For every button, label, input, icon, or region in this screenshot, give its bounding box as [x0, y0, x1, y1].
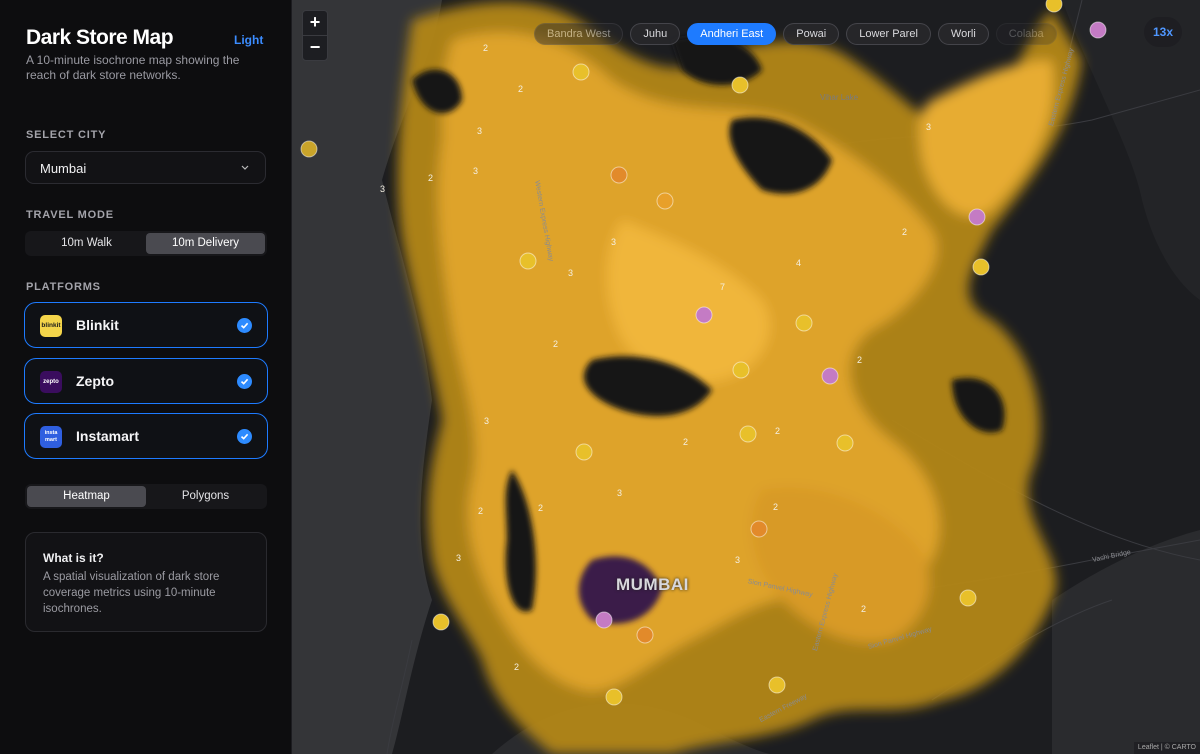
travel-mode-toggle: 10m Walk 10m Delivery	[25, 231, 267, 256]
city-select-value: Mumbai	[40, 161, 87, 176]
map-base-layer	[292, 0, 1200, 754]
check-icon	[237, 318, 252, 333]
map-attribution[interactable]: Leaflet | © CARTO	[1133, 742, 1200, 754]
map-canvas[interactable]: 2 2 3 3 2 3 3 3 4 7 2 2 3 2 2 2 3 2 2 3 …	[292, 0, 1200, 754]
travel-mode-label: TRAVEL MODE	[26, 209, 114, 221]
check-icon	[237, 374, 252, 389]
coverage-count: 2	[553, 339, 559, 349]
zoom-control: + −	[302, 10, 328, 61]
zoom-level-badge[interactable]: 13x	[1144, 17, 1182, 47]
coverage-count: 3	[568, 268, 574, 278]
coverage-count: 2	[514, 662, 520, 672]
coverage-count: 2	[538, 503, 544, 513]
coverage-count: 2	[775, 426, 781, 436]
platforms-label: PLATFORMS	[26, 281, 101, 293]
coverage-count: 3	[484, 416, 490, 426]
coverage-count: 3	[477, 126, 483, 136]
place-label-vihar-lake: Vihar Lake	[820, 93, 859, 102]
view-mode-polygons[interactable]: Polygons	[146, 486, 265, 507]
coverage-count: 2	[483, 43, 489, 53]
area-chip[interactable]: Powai	[783, 23, 840, 45]
area-chip-bar: Bandra West Juhu Andheri East Powai Lowe…	[534, 23, 1200, 45]
theme-toggle-button[interactable]: Light	[234, 33, 263, 47]
zepto-logo-icon: zepto	[40, 371, 62, 393]
travel-mode-walk[interactable]: 10m Walk	[27, 233, 146, 254]
coverage-count: 2	[428, 173, 434, 183]
coverage-count: 3	[617, 488, 623, 498]
platform-instamart[interactable]: insta mart Instamart	[24, 413, 268, 459]
info-body: A spatial visualization of dark store co…	[43, 571, 220, 615]
app-subtitle: A 10-minute isochrone map showing the re…	[26, 53, 240, 82]
coverage-count: 2	[902, 227, 908, 237]
coverage-count: 2	[773, 502, 779, 512]
travel-mode-delivery[interactable]: 10m Delivery	[146, 233, 265, 254]
view-mode-heatmap[interactable]: Heatmap	[27, 486, 146, 507]
platform-zepto[interactable]: zepto Zepto	[24, 358, 268, 404]
area-chip[interactable]: Worli	[937, 23, 989, 45]
coverage-count: 3	[473, 166, 479, 176]
zoom-out-button[interactable]: −	[303, 36, 327, 60]
platform-name: Blinkit	[76, 317, 119, 333]
coverage-count: 2	[478, 506, 484, 516]
city-select[interactable]: Mumbai	[25, 151, 266, 184]
blinkit-logo-icon: blinkit	[40, 315, 62, 337]
coverage-count: 3	[380, 184, 386, 194]
area-chip[interactable]: Bandra West	[534, 23, 624, 45]
coverage-count: 3	[926, 122, 932, 132]
chevron-down-icon	[241, 165, 249, 170]
area-chip[interactable]: Lower Parel	[846, 23, 931, 45]
coverage-count: 2	[861, 604, 867, 614]
city-label: MUMBAI	[616, 575, 689, 594]
platform-name: Instamart	[76, 428, 140, 444]
check-icon	[237, 429, 252, 444]
area-chip-selected[interactable]: Andheri East	[687, 23, 777, 45]
sidebar: Dark Store Map Light A 10-minute isochro…	[0, 0, 292, 754]
view-mode-toggle: Heatmap Polygons	[25, 484, 267, 509]
app-title: Dark Store Map	[26, 26, 174, 49]
select-city-label: SELECT CITY	[26, 129, 107, 141]
coverage-count: 3	[456, 553, 462, 563]
info-title: What is it?	[43, 551, 104, 565]
instamart-logo-icon: insta mart	[40, 426, 62, 448]
coverage-count: 2	[518, 84, 524, 94]
coverage-count: 7	[720, 282, 726, 292]
coverage-count: 2	[683, 437, 689, 447]
platform-name: Zepto	[76, 373, 115, 389]
platform-blinkit[interactable]: blinkit Blinkit	[24, 302, 268, 348]
coverage-count: 3	[735, 555, 741, 565]
coverage-count: 3	[611, 237, 617, 247]
coverage-count: 2	[857, 355, 863, 365]
coverage-count: 4	[796, 258, 802, 268]
zoom-in-button[interactable]: +	[303, 11, 327, 36]
area-chip[interactable]: Colaba	[995, 23, 1057, 45]
area-chip[interactable]: Juhu	[630, 23, 681, 45]
info-card: What is it? A spatial visualization of d…	[25, 532, 267, 632]
